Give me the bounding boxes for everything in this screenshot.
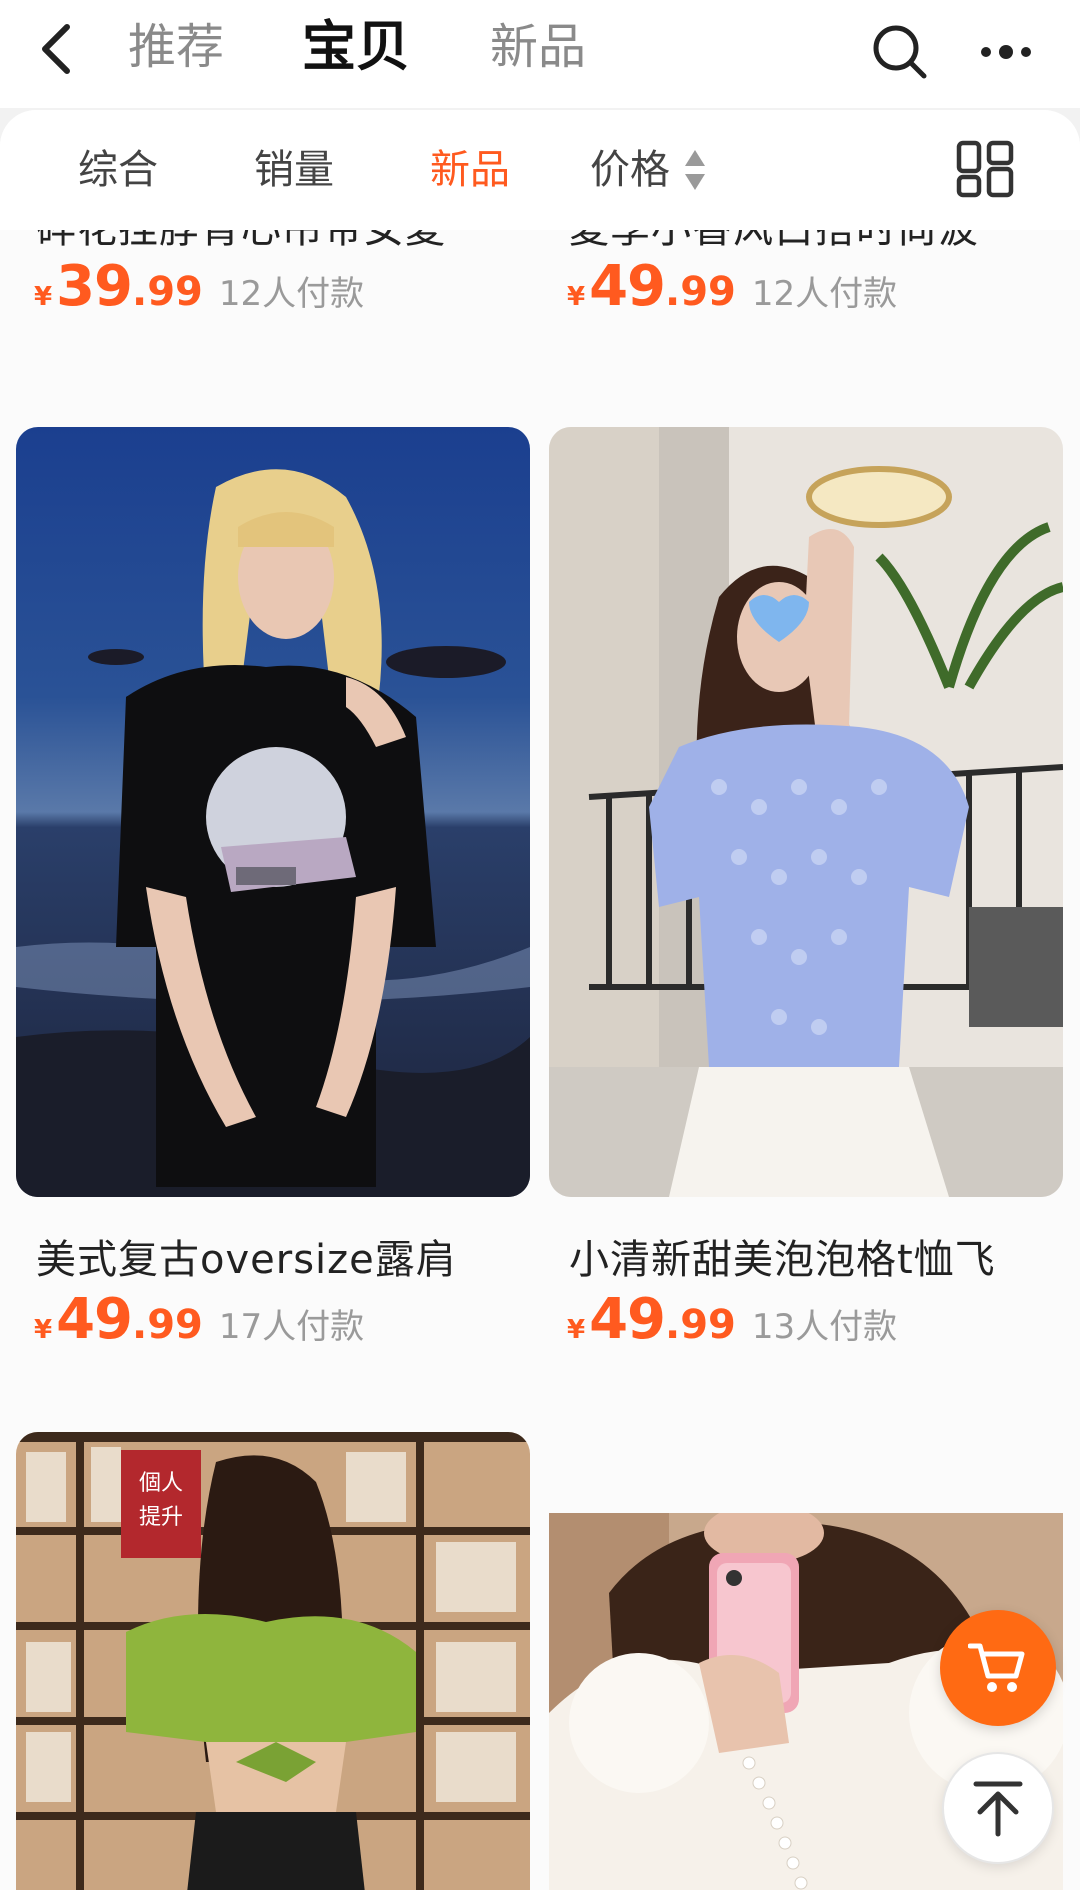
sort-sales[interactable]: 销量 — [254, 140, 334, 200]
search-button[interactable] — [862, 14, 938, 90]
price-row: ¥ 39 .99 12人付款 — [34, 254, 364, 319]
search-icon — [873, 25, 927, 79]
price-decimal: .99 — [665, 1302, 736, 1348]
sort-up-down-icon — [685, 150, 705, 190]
currency-symbol: ¥ — [34, 282, 53, 312]
sort-comprehensive[interactable]: 综合 — [78, 140, 158, 200]
sort-price-label: 价格 — [590, 147, 670, 193]
shopping-cart-icon — [968, 1643, 1025, 1692]
product-card[interactable]: 個人 提升 — [16, 1432, 530, 1890]
sold-count: 13人付款 — [751, 1307, 898, 1347]
price-integer: 49 — [589, 1287, 666, 1352]
price-row: ¥ 49 .99 17人付款 — [34, 1287, 364, 1352]
product-card[interactable]: 小清新甜美泡泡格t恤飞 ¥ 49 .99 13人付款 — [549, 427, 1063, 1352]
bookstore-sign-text: 個人 — [139, 1471, 183, 1496]
tab-recommend[interactable]: 推荐 — [128, 12, 224, 82]
sold-count: 12人付款 — [218, 274, 365, 314]
tab-items[interactable]: 宝贝 — [302, 12, 410, 82]
currency-symbol: ¥ — [34, 1315, 53, 1345]
price-integer: 49 — [589, 254, 666, 319]
product-title: 小清新甜美泡泡格t恤飞 — [569, 1237, 996, 1283]
sort-price[interactable]: 价格 — [590, 140, 706, 200]
currency-symbol: ¥ — [567, 282, 586, 312]
currency-symbol: ¥ — [567, 1315, 586, 1345]
tab-new-arrivals[interactable]: 新品 — [490, 12, 586, 82]
view-toggle-button[interactable] — [956, 140, 1014, 198]
top-nav-bar: 推荐 宝贝 新品 — [0, 0, 1080, 108]
bookstore-sign-text: 提升 — [139, 1505, 183, 1530]
back-to-top-button[interactable] — [942, 1752, 1054, 1864]
price-integer: 39 — [56, 254, 133, 319]
more-button[interactable] — [968, 14, 1044, 90]
product-card[interactable]: 美式复古oversize露肩 ¥ 49 .99 17人付款 — [16, 427, 530, 1352]
sort-new[interactable]: 新品 — [430, 140, 510, 200]
price-row: ¥ 49 .99 12人付款 — [567, 254, 897, 319]
more-dots-icon — [981, 45, 1031, 59]
price-decimal: .99 — [132, 269, 203, 315]
cart-button[interactable] — [940, 1610, 1056, 1726]
price-integer: 49 — [56, 1287, 133, 1352]
product-title: 美式复古oversize露肩 — [36, 1237, 457, 1283]
product-card[interactable]: 碎花挂脖背心吊带女夏 ¥ 39 .99 12人付款 — [16, 206, 530, 460]
back-button[interactable] — [22, 14, 92, 84]
product-card[interactable]: 夏季小香风白搭时尚波 ¥ 49 .99 12人付款 — [549, 206, 1063, 460]
price-decimal: .99 — [665, 269, 736, 315]
price-decimal: .99 — [132, 1302, 203, 1348]
sold-count: 17人付款 — [218, 1307, 365, 1347]
product-image[interactable] — [16, 427, 530, 1197]
back-to-top-icon — [973, 1781, 1023, 1837]
sold-count: 12人付款 — [751, 274, 898, 314]
product-image[interactable] — [549, 427, 1063, 1197]
product-image[interactable]: 個人 提升 — [16, 1432, 530, 1890]
sort-bar: 综合 销量 新品 价格 — [0, 110, 1080, 230]
price-row: ¥ 49 .99 13人付款 — [567, 1287, 897, 1352]
grid-view-icon — [956, 140, 1014, 198]
content-panel: 综合 销量 新品 价格 碎花挂脖背心吊带女夏 ¥ 39 .99 12人付款 — [0, 110, 1080, 1890]
chevron-left-icon — [42, 24, 70, 74]
